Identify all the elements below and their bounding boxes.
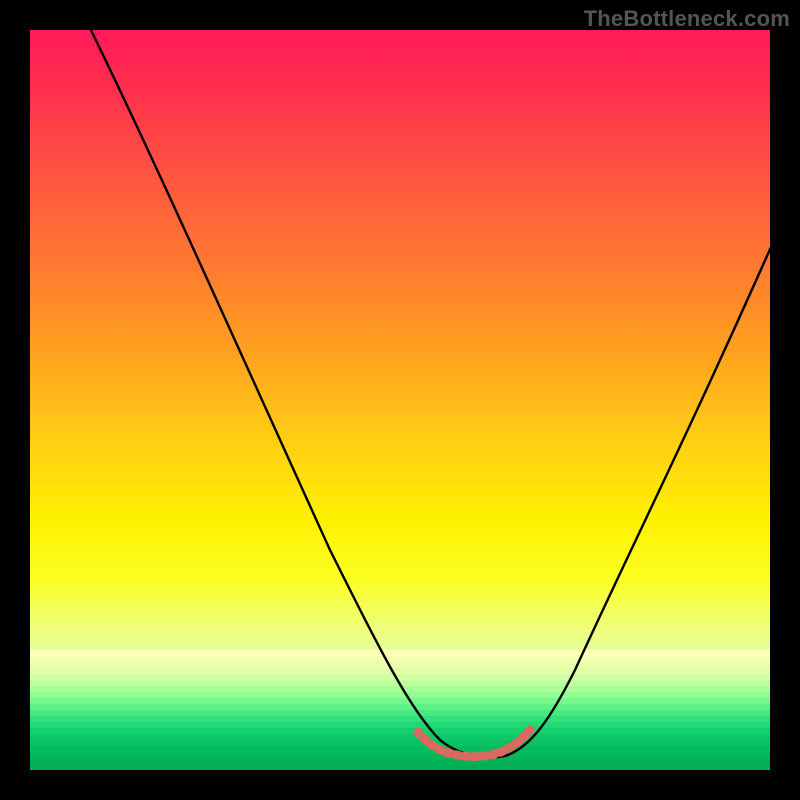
bottleneck-curve [86,30,770,757]
chart-frame: TheBottleneck.com [0,0,800,800]
plot-area [30,30,770,770]
curve-overlay [30,30,770,770]
watermark-text: TheBottleneck.com [584,6,790,32]
